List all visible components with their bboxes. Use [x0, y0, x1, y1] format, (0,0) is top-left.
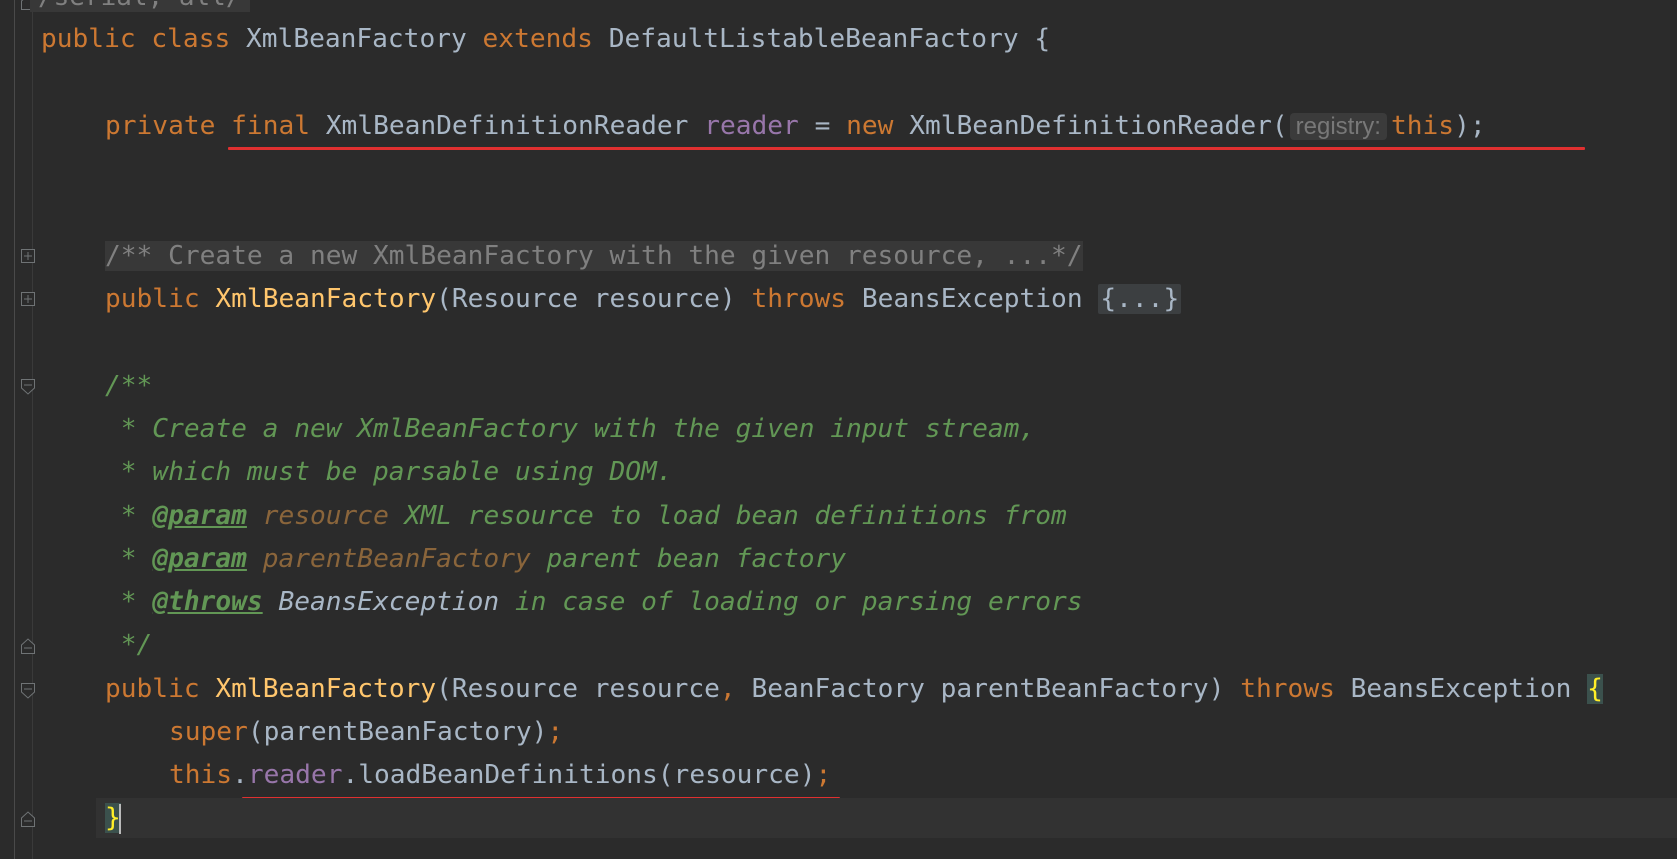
keyword: private [105, 111, 216, 141]
field-type: XmlBeanDefinitionReader [325, 111, 689, 141]
code-line-constructor-1: public XmlBeanFactory(Resource resource)… [105, 279, 1182, 319]
code-line-load-call: this.reader.loadBeanDefinitions(resource… [169, 755, 831, 795]
keyword-this: this [1390, 111, 1455, 141]
keyword: new [846, 111, 894, 141]
constructor-call: XmlBeanDefinitionReader( [909, 111, 1288, 141]
open-brace: { [1034, 24, 1051, 54]
parameter-hint: registry: [1289, 113, 1387, 140]
doc-star: * [105, 501, 153, 531]
code-line-class-declaration: public class XmlBeanFactory extends Defa… [41, 19, 1050, 59]
method-call: .loadBeanDefinitions(resource) [342, 760, 816, 790]
code-line-field-declaration: private final XmlBeanDefinitionReader re… [105, 106, 1486, 146]
keyword: public [105, 674, 200, 704]
comma: , [719, 674, 736, 704]
text-caret [118, 803, 121, 834]
fold-expand-icon[interactable] [21, 249, 35, 263]
red-annotation-underline [228, 147, 1585, 150]
fold-expand-icon[interactable] [21, 292, 35, 306]
dot: . [232, 760, 248, 790]
doc-exception-ref: BeansException [278, 587, 500, 617]
field-name: reader [704, 111, 799, 141]
folded-code-block[interactable]: {...} [1098, 284, 1182, 314]
doc-param-name: parentBeanFactory [262, 544, 531, 574]
close-paren: ); [1454, 111, 1486, 141]
fold-end-icon[interactable] [21, 638, 35, 654]
parent-class: DefaultListableBeanFactory [608, 24, 1019, 54]
doc-tag: @param [152, 501, 247, 531]
method-name: XmlBeanFactory [215, 674, 437, 704]
keyword: final [231, 111, 310, 141]
code-line-constructor-2: public XmlBeanFactory(Resource resource,… [105, 669, 1603, 709]
doc-text: parent bean factory [530, 544, 847, 574]
doc-comment-open: /** [105, 371, 153, 401]
doc-tag: @throws [152, 587, 263, 617]
fold-collapse-icon[interactable] [21, 683, 35, 699]
parameters: BeanFactory parentBeanFactory) [735, 674, 1225, 704]
keyword: extends [482, 24, 593, 54]
doc-comment-close: */ [105, 630, 153, 660]
code-line-super-call: super(parentBeanFactory); [169, 712, 563, 752]
doc-text: XML resource to load bean definitions fr… [388, 501, 1067, 531]
field-name: reader [247, 760, 343, 790]
keyword: class [151, 24, 231, 54]
keyword: super [169, 717, 248, 747]
class-name: XmlBeanFactory [246, 24, 467, 54]
semicolon: ; [547, 717, 564, 747]
matched-open-brace: { [1587, 674, 1603, 704]
doc-param-name: resource [262, 501, 389, 531]
keyword: throws [1240, 674, 1335, 704]
doc-comment-throws-line: * @throws BeansException in case of load… [105, 582, 1083, 622]
keyword: public [41, 24, 136, 54]
parameters: (Resource resource) [436, 284, 736, 314]
doc-text: in case of loading or parsing errors [499, 587, 1083, 617]
fold-end-icon[interactable] [21, 811, 35, 827]
exception-type: BeansException [1350, 674, 1572, 704]
folded-doc-comment[interactable]: /** Create a new XmlBeanFactory with the… [105, 241, 1083, 271]
fold-guide-line [14, 0, 15, 859]
keyword: public [105, 284, 200, 314]
keyword: throws [751, 284, 847, 314]
doc-comment-param-line: * @param resource XML resource to load b… [105, 496, 1067, 536]
code-editor[interactable]: public class XmlBeanFactory extends Defa… [41, 0, 1677, 859]
doc-comment-line: * Create a new XmlBeanFactory with the g… [105, 414, 1036, 444]
doc-comment-line: * which must be parsable using DOM. [105, 457, 673, 487]
method-name: XmlBeanFactory [215, 284, 437, 314]
arguments: (parentBeanFactory) [247, 717, 548, 747]
doc-star: * [105, 544, 153, 574]
parameters: (Resource resource [436, 674, 720, 704]
code-line-close-brace: } [96, 798, 1677, 838]
doc-tag: @param [152, 544, 247, 574]
doc-star: * [105, 587, 153, 617]
editor-gutter [0, 0, 35, 859]
assign-operator: = [814, 111, 831, 141]
fold-collapse-icon[interactable] [21, 379, 35, 395]
exception-type: BeansException [861, 284, 1083, 314]
code-line-folded-comment: /** Create a new XmlBeanFactory with the… [105, 236, 1083, 276]
doc-comment-param-line: * @param parentBeanFactory parent bean f… [105, 539, 846, 579]
keyword-this: this [169, 760, 233, 790]
semicolon: ; [815, 760, 832, 790]
